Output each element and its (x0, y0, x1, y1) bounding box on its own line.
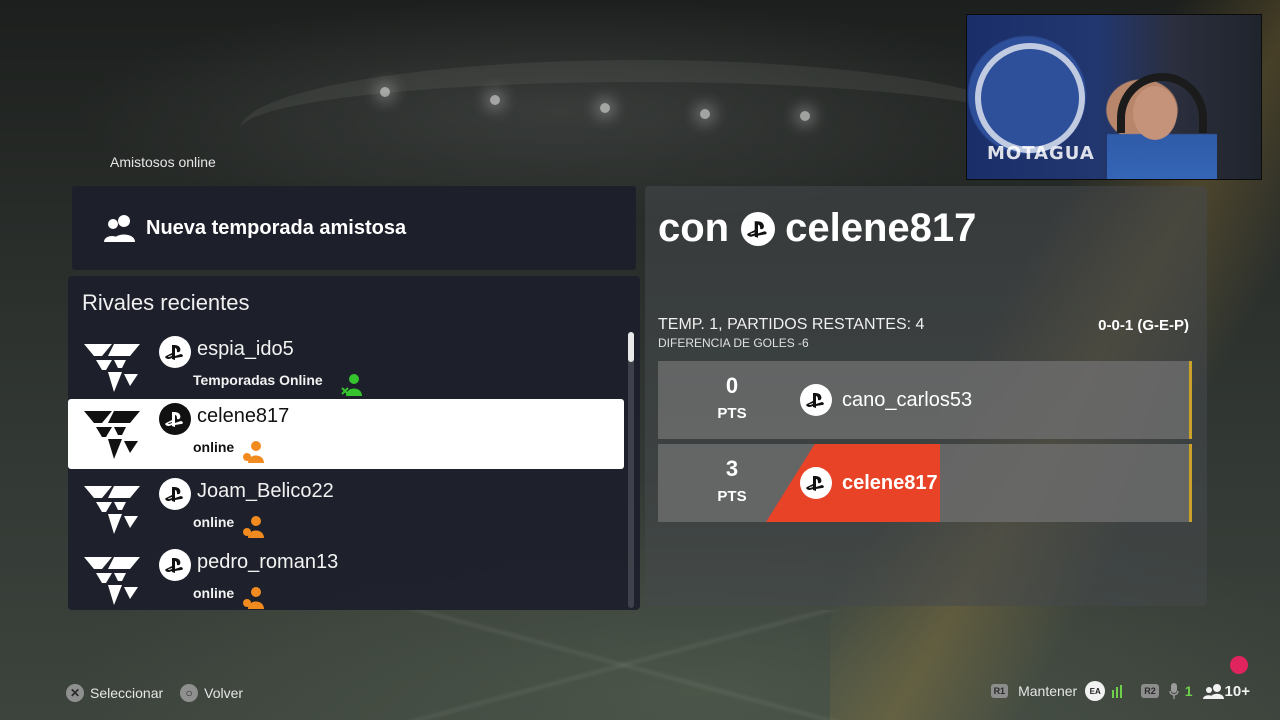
ea-icon: EA (1085, 681, 1106, 701)
season-details-panel: con celene817 TEMP. 1, PARTIDOS RESTANTE… (645, 186, 1207, 606)
points-value: 3 (725, 456, 739, 481)
points-box: 3 PTS (658, 444, 806, 522)
standing-row: 0 PTS cano_carlos53 (658, 361, 1192, 439)
playstation-icon (159, 403, 191, 435)
rival-status: Temporadas Online (193, 372, 323, 388)
people-icon (104, 215, 135, 242)
fc-logo-icon (84, 411, 140, 459)
new-season-button[interactable]: Nueva temporada amistosa (72, 186, 636, 270)
stadium-roof-arc (240, 60, 1040, 200)
standing-player-name: cano_carlos53 (842, 388, 973, 411)
stadium-lights (230, 75, 930, 135)
rival-name: celene817 (197, 405, 290, 427)
rivals-scrollbar[interactable] (628, 332, 634, 608)
playstation-icon (159, 549, 191, 581)
opponent-prefix: con (658, 206, 730, 250)
rival-row-joam-belico22[interactable]: Joam_Belico22 online (68, 474, 624, 544)
scrollbar-thumb[interactable] (628, 332, 634, 362)
playing-season-status-icon (341, 374, 362, 396)
win-draw-loss-record: 0-0-1 (G-E-P) (1098, 317, 1189, 334)
r2-button-icon: R2 (1141, 684, 1159, 698)
recent-rivals-panel: Rivales recientes espia_ido5 Temporadas … (68, 276, 640, 610)
rival-status: online (193, 439, 235, 455)
playstation-icon (159, 336, 191, 368)
fc-logo-icon (84, 486, 140, 534)
back-control[interactable]: ○ Volver (180, 684, 243, 702)
footer-status: R1 Mantener EA R2 1 10+ (990, 681, 1250, 701)
fc-logo-icon (84, 344, 140, 392)
online-status-icon (243, 587, 264, 609)
hold-label[interactable]: Mantener (1018, 683, 1077, 699)
standing-player: celene817 (800, 467, 938, 499)
rival-name: espia_ido5 (197, 338, 294, 360)
playstation-icon (800, 384, 832, 416)
playstation-icon (741, 211, 776, 246)
friends-count[interactable]: 10+ (1225, 683, 1250, 700)
friends-icon (1202, 684, 1224, 699)
webcam-jersey-text: MOTAGUA (987, 143, 1095, 164)
footer-controls: ✕ Seleccionar ○ Volver (66, 684, 260, 702)
rival-status: online (193, 585, 235, 601)
pitch-floor (0, 610, 1280, 720)
microphone-icon (1169, 683, 1179, 699)
rival-row-espia-ido5[interactable]: espia_ido5 Temporadas Online (68, 332, 624, 402)
season-info: TEMP. 1, PARTIDOS RESTANTES: 4 (658, 316, 925, 333)
playstation-icon (159, 478, 191, 510)
playstation-icon (800, 467, 832, 499)
opponent-name: celene817 (785, 206, 977, 250)
rival-status: online (193, 514, 235, 530)
rival-row-celene817[interactable]: celene817 online (68, 399, 624, 469)
recording-indicator-icon (1230, 656, 1248, 674)
recent-rivals-title: Rivales recientes (82, 290, 250, 315)
rival-name: Joam_Belico22 (197, 480, 334, 502)
points-label: PTS (717, 488, 747, 505)
club-crest-icon (975, 43, 1085, 153)
cross-button-icon: ✕ (66, 684, 84, 702)
webcam-overlay: MOTAGUA (966, 14, 1262, 180)
opponent-header: con celene817 (658, 206, 976, 251)
rival-name: pedro_roman13 (197, 551, 339, 573)
breadcrumb: Amistosos online (110, 154, 216, 170)
online-status-icon (243, 516, 264, 538)
select-control[interactable]: ✕ Seleccionar (66, 684, 163, 702)
mic-count: 1 (1184, 683, 1193, 699)
points-value: 0 (725, 373, 739, 398)
back-label: Volver (204, 685, 244, 701)
fc-logo-icon (84, 557, 140, 605)
r1-button-icon: R1 (990, 684, 1009, 698)
online-status-icon (243, 441, 264, 463)
rival-row-pedro-roman13[interactable]: pedro_roman13 online (68, 545, 624, 610)
points-label: PTS (717, 405, 747, 422)
points-box: 0 PTS (658, 361, 806, 439)
standing-player: cano_carlos53 (800, 384, 972, 416)
new-season-label: Nueva temporada amistosa (146, 216, 407, 239)
standing-row-leader: 3 PTS celene817 (658, 444, 1192, 522)
select-label: Seleccionar (90, 685, 164, 701)
standing-player-name: celene817 (842, 471, 938, 494)
circle-button-icon: ○ (180, 684, 199, 702)
signal-bars-icon (1112, 685, 1123, 698)
goal-difference: DIFERENCIA DE GOLES -6 (658, 336, 809, 350)
